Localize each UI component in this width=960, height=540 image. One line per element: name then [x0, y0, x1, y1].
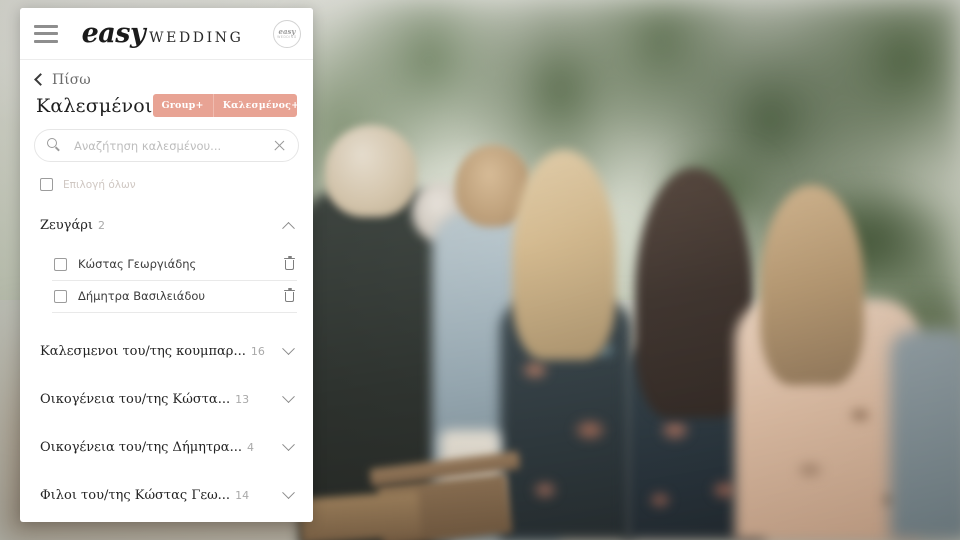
brand-wedding-text: WEDDING: [149, 30, 244, 46]
group-row-dimitra-family[interactable]: Οικογένεια του/της Δήμητρα... 4: [20, 423, 313, 471]
trash-icon[interactable]: [284, 256, 295, 271]
add-group-button[interactable]: Group+: [153, 94, 213, 117]
group-count: 4: [246, 441, 254, 454]
group-count: 14: [235, 489, 250, 502]
group-count: 13: [235, 393, 250, 406]
group-count: 2: [97, 219, 105, 232]
close-icon[interactable]: [273, 139, 286, 152]
panel-body: Πίσω Καλεσμένοι Group+ Καλεσμένος+ Επιλο…: [20, 60, 313, 522]
chevron-left-icon: [34, 73, 47, 86]
chevron-down-icon[interactable]: [282, 341, 295, 355]
chevron-down-icon[interactable]: [282, 485, 295, 499]
group-row-couple[interactable]: Ζευγάρι 2: [20, 201, 313, 249]
brand-easy-text: easy: [81, 18, 146, 49]
search-wrap: [20, 117, 313, 162]
logo-badge-icon[interactable]: easy WEDDING: [273, 19, 301, 48]
group-label: Οικογένεια του/της Κώστα...: [40, 392, 231, 407]
group-row-kostas-friends[interactable]: Φιλοι του/της Κώστας Γεω... 14: [20, 471, 313, 519]
group-label: Φιλοι του/της Κώστας Γεω...: [40, 488, 231, 503]
add-guest-button[interactable]: Καλεσμένος+: [212, 94, 297, 117]
chevron-up-icon[interactable]: [282, 221, 295, 235]
select-all-checkbox[interactable]: [40, 178, 53, 191]
photo-guest-blonde-hair: [512, 150, 616, 360]
chevron-down-icon[interactable]: [282, 437, 295, 451]
back-label: Πίσω: [52, 72, 91, 88]
photo-guest-blond-head: [325, 125, 417, 217]
guest-list-panel: easy WEDDING easy WEDDING Πίσω Καλεσμένο…: [20, 8, 313, 522]
photo-guest-peach-hair: [760, 185, 864, 385]
group-label: Καλεσμενοι του/της κουμπαρ...: [40, 344, 246, 359]
brand-logo: easy WEDDING: [52, 20, 273, 47]
trash-icon[interactable]: [284, 288, 295, 303]
logo-badge-line2: WEDDING: [277, 34, 297, 39]
group-row-koumparos-guests[interactable]: Καλεσμενοι του/της κουμπαρ... 16: [20, 327, 313, 375]
chevron-down-icon[interactable]: [282, 389, 295, 403]
app-header: easy WEDDING easy WEDDING: [20, 8, 313, 60]
guest-checkbox[interactable]: [54, 257, 67, 271]
select-all-label: Επιλογή όλων: [63, 178, 136, 191]
header-action-buttons: Group+ Καλεσμένος+: [152, 94, 297, 117]
search-input[interactable]: [74, 138, 273, 153]
guest-list-couple: Κώστας Γεωργιάδης Δήμητρα Βασιλειάδου: [20, 249, 313, 313]
logo-badge-line1: easy: [278, 26, 296, 36]
table-row[interactable]: Δήμητρα Βασιλειάδου: [52, 281, 297, 313]
group-label: Ζευγάρι: [40, 218, 93, 233]
guest-checkbox[interactable]: [54, 289, 67, 303]
search-icon: [47, 138, 62, 153]
back-button[interactable]: Πίσω: [20, 60, 313, 90]
app-screen: easy WEDDING easy WEDDING Πίσω Καλεσμένο…: [0, 0, 960, 540]
photo-guest-far-right: [890, 330, 960, 540]
guest-name: Δήμητρα Βασιλειάδου: [78, 289, 206, 303]
select-all-row[interactable]: Επιλογή όλων: [20, 162, 313, 201]
title-row: Καλεσμένοι Group+ Καλεσμένος+: [20, 90, 313, 117]
photo-chair-seat-2: [298, 490, 422, 540]
table-row[interactable]: Κώστας Γεωργιάδης: [52, 249, 297, 281]
page-title: Καλεσμένοι: [36, 94, 153, 117]
guest-name: Κώστας Γεωργιάδης: [78, 257, 197, 271]
group-count: 16: [250, 345, 265, 358]
group-row-kostas-family[interactable]: Οικογένεια του/της Κώστα... 13: [20, 375, 313, 423]
group-label: Οικογένεια του/της Δήμητρα...: [40, 440, 242, 455]
search-box[interactable]: [34, 129, 299, 162]
